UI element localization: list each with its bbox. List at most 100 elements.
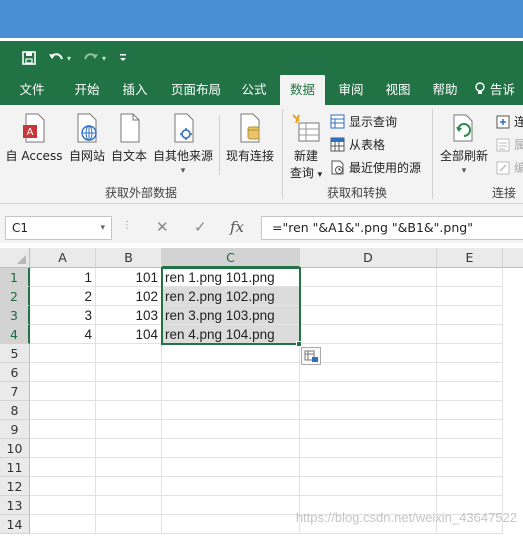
name-box[interactable]: C1 ▾ xyxy=(5,216,112,240)
row-header[interactable]: 4 xyxy=(0,325,30,344)
select-all-button[interactable] xyxy=(0,248,30,268)
cell-a2[interactable]: 2 xyxy=(30,287,96,306)
empty-cell[interactable] xyxy=(300,477,437,496)
cell-b1[interactable]: 101 xyxy=(96,268,162,287)
empty-cell[interactable] xyxy=(96,515,162,534)
empty-cell[interactable] xyxy=(162,363,300,382)
empty-cell[interactable] xyxy=(437,401,503,420)
cell-b2[interactable]: 102 xyxy=(96,287,162,306)
empty-cell[interactable] xyxy=(96,401,162,420)
empty-cell[interactable] xyxy=(300,363,437,382)
tab-file[interactable]: 文件 xyxy=(8,75,56,105)
empty-cell[interactable] xyxy=(162,382,300,401)
row-header[interactable]: 7 xyxy=(0,382,30,401)
edit-links-button[interactable]: 编 xyxy=(496,159,523,176)
empty-cell[interactable] xyxy=(162,477,300,496)
existing-connections-button[interactable]: 现有连接 xyxy=(222,113,278,164)
empty-cell[interactable] xyxy=(30,515,96,534)
empty-cell[interactable] xyxy=(30,458,96,477)
cell-a4[interactable]: 4 xyxy=(30,325,96,344)
from-text-button[interactable]: 自文本 xyxy=(108,113,150,164)
cell-e2[interactable] xyxy=(437,287,503,306)
column-header-e[interactable]: E xyxy=(437,248,503,268)
empty-cell[interactable] xyxy=(300,439,437,458)
column-header-b[interactable]: B xyxy=(96,248,162,268)
cell-a3[interactable]: 3 xyxy=(30,306,96,325)
other-sources-dropdown-icon[interactable]: ▾ xyxy=(150,166,216,176)
empty-cell[interactable] xyxy=(96,344,162,363)
empty-cell[interactable] xyxy=(300,420,437,439)
empty-cell[interactable] xyxy=(30,344,96,363)
tab-review[interactable]: 审阅 xyxy=(329,75,373,105)
connections-button[interactable]: 连 xyxy=(496,113,523,130)
empty-cell[interactable] xyxy=(437,363,503,382)
show-queries-button[interactable]: 显示查询 xyxy=(330,113,397,130)
cell-d3[interactable] xyxy=(300,306,437,325)
redo-icon[interactable]: ▾ xyxy=(83,51,106,65)
formula-input[interactable]: ="ren "&A1&".png "&B1&".png" xyxy=(261,216,523,240)
undo-dropdown-icon[interactable]: ▾ xyxy=(67,54,71,63)
row-header[interactable]: 10 xyxy=(0,439,30,458)
formula-bar-grip-icon[interactable]: ⋮ xyxy=(122,220,132,231)
tab-help[interactable]: 帮助 xyxy=(423,75,467,105)
tab-tell-me[interactable]: 告诉 xyxy=(474,75,523,105)
empty-cell[interactable] xyxy=(300,401,437,420)
refresh-all-button[interactable]: 全部刷新 ▾ xyxy=(436,113,492,176)
from-table-button[interactable]: 从表格 xyxy=(330,136,385,153)
empty-cell[interactable] xyxy=(30,401,96,420)
empty-cell[interactable] xyxy=(437,420,503,439)
empty-cell[interactable] xyxy=(437,382,503,401)
new-query-button[interactable]: 新建 查询 ▾ xyxy=(286,113,326,181)
cell-e4[interactable] xyxy=(437,325,503,344)
empty-cell[interactable] xyxy=(437,477,503,496)
redo-dropdown-icon[interactable]: ▾ xyxy=(102,54,106,63)
from-access-button[interactable]: A 自 Access xyxy=(4,113,64,164)
empty-cell[interactable] xyxy=(96,420,162,439)
empty-cell[interactable] xyxy=(300,382,437,401)
recent-sources-button[interactable]: 最近使用的源 xyxy=(330,159,421,176)
tab-home[interactable]: 开始 xyxy=(62,75,112,105)
cell-c4[interactable]: ren 4.png 104.png xyxy=(162,325,300,344)
tab-page-layout[interactable]: 页面布局 xyxy=(162,75,230,105)
row-header[interactable]: 3 xyxy=(0,306,30,325)
enter-icon[interactable]: ✓ xyxy=(194,218,207,236)
empty-cell[interactable] xyxy=(300,458,437,477)
row-header[interactable]: 5 xyxy=(0,344,30,363)
empty-cell[interactable] xyxy=(30,363,96,382)
column-header-c[interactable]: C xyxy=(162,248,300,268)
row-header[interactable]: 2 xyxy=(0,287,30,306)
cancel-icon[interactable]: ✕ xyxy=(156,218,169,236)
tab-insert[interactable]: 插入 xyxy=(112,75,158,105)
row-header[interactable]: 11 xyxy=(0,458,30,477)
cell-d1[interactable] xyxy=(300,268,437,287)
empty-cell[interactable] xyxy=(30,477,96,496)
row-header[interactable]: 6 xyxy=(0,363,30,382)
empty-cell[interactable] xyxy=(30,382,96,401)
cell-b3[interactable]: 103 xyxy=(96,306,162,325)
empty-cell[interactable] xyxy=(96,439,162,458)
cell-a1[interactable]: 1 xyxy=(30,268,96,287)
cell-c1[interactable]: ren 1.png 101.png xyxy=(162,268,300,287)
insert-function-icon[interactable]: fx xyxy=(230,218,244,236)
cell-c2[interactable]: ren 2.png 102.png xyxy=(162,287,300,306)
row-header[interactable]: 8 xyxy=(0,401,30,420)
empty-cell[interactable] xyxy=(96,477,162,496)
empty-cell[interactable] xyxy=(437,439,503,458)
cell-d4[interactable] xyxy=(300,325,437,344)
empty-cell[interactable] xyxy=(437,458,503,477)
tab-formulas[interactable]: 公式 xyxy=(232,75,276,105)
properties-button[interactable]: 属 xyxy=(496,136,523,153)
empty-cell[interactable] xyxy=(96,458,162,477)
empty-cell[interactable] xyxy=(162,420,300,439)
empty-cell[interactable] xyxy=(162,344,300,363)
cell-e1[interactable] xyxy=(437,268,503,287)
tab-view[interactable]: 视图 xyxy=(376,75,420,105)
name-box-dropdown-icon[interactable]: ▾ xyxy=(100,217,105,239)
row-header[interactable]: 1 xyxy=(0,268,30,287)
cell-d2[interactable] xyxy=(300,287,437,306)
empty-cell[interactable] xyxy=(437,344,503,363)
cell-e3[interactable] xyxy=(437,306,503,325)
from-other-sources-button[interactable]: 自其他来源 ▾ xyxy=(150,113,216,176)
empty-cell[interactable] xyxy=(96,496,162,515)
empty-cell[interactable] xyxy=(162,458,300,477)
